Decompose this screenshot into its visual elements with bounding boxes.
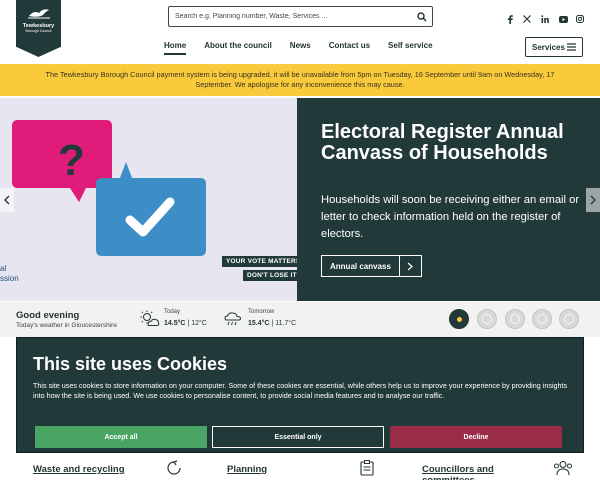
facebook-icon[interactable] [505, 14, 515, 24]
chevron-left-icon [4, 195, 10, 205]
services-menu-button[interactable]: Services [525, 37, 583, 57]
tomorrow-high: 15.4°C [248, 320, 270, 327]
alert-banner: The Tewkesbury Borough Council payment s… [0, 64, 600, 96]
weather-today-temp: 14.5°C | 12°C [164, 320, 207, 327]
rain-cloud-icon [224, 312, 242, 326]
hero-text: Households will soon be receiving either… [321, 194, 580, 240]
cookie-title: This site uses Cookies [33, 354, 228, 374]
logo-subtitle: Borough Council [25, 29, 52, 33]
search-button[interactable] [412, 7, 432, 26]
hero-panel: Electoral Register Annual Canvass of Hou… [297, 98, 600, 301]
dont-lose-it-tag: DON'T LOSE IT [243, 270, 301, 281]
search-input[interactable] [169, 7, 409, 26]
decline-button[interactable]: Decline [390, 426, 562, 448]
card-waste-and-recycling[interactable]: Waste and recycling [16, 452, 194, 480]
slider-dot-4[interactable] [532, 309, 552, 329]
cookie-text: This site uses cookies to store informat… [33, 381, 568, 400]
annual-canvass-button[interactable]: Annual canvass [321, 255, 422, 277]
main-nav: Home About the council News Contact us S… [164, 41, 433, 55]
recycling-icon [167, 460, 181, 475]
chevron-right-icon [399, 255, 422, 277]
card-title: Waste and recycling [33, 464, 125, 475]
image-edge-text-2: ssion [0, 274, 19, 283]
today-low: 12°C [191, 320, 207, 327]
card-title: Planning [227, 464, 268, 475]
instagram-icon[interactable] [575, 14, 585, 24]
slider-dot-5[interactable] [559, 309, 579, 329]
swan-crest-icon [27, 9, 50, 19]
cookie-banner: This site uses Cookies This site uses co… [16, 337, 584, 453]
slider-next-button[interactable] [586, 188, 600, 212]
weather-location: Today's weather in Gloucestershire [16, 322, 117, 329]
sun-cloud-icon [140, 310, 160, 326]
chevron-right-icon [590, 195, 596, 205]
essential-only-button[interactable]: Essential only [212, 426, 384, 448]
nav-home[interactable]: Home [164, 41, 187, 55]
menu-icon [567, 43, 576, 51]
card-councillors-and-committees[interactable]: Councillors and committees [405, 452, 584, 480]
today-high: 14.5°C [164, 320, 186, 327]
slider-dot-3[interactable] [505, 309, 525, 329]
slider-dot-2[interactable] [477, 309, 497, 329]
slider-dot-1[interactable] [449, 309, 469, 329]
card-title: Councillors and committees [422, 464, 494, 480]
cta-label: Annual canvass [321, 255, 400, 277]
nav-news[interactable]: News [290, 41, 311, 55]
greeting: Good evening [16, 310, 80, 321]
vote-matters-tag: YOUR VOTE MATTERS [222, 256, 305, 267]
site-logo[interactable]: Tewkesbury Borough Council [16, 0, 61, 57]
youtube-icon[interactable] [558, 14, 568, 24]
weather-tomorrow-temp: 15.4°C | 11.7°C [248, 320, 297, 327]
search-box [168, 6, 433, 27]
people-icon [554, 460, 572, 476]
accept-all-button[interactable]: Accept all [35, 426, 207, 448]
alert-text: The Tewkesbury Borough Council payment s… [45, 70, 555, 89]
clipboard-icon [360, 460, 374, 476]
card-planning[interactable]: Planning [210, 452, 388, 480]
image-edge-text-1: al [0, 264, 7, 273]
svg-text:?: ? [58, 136, 85, 185]
weather-tomorrow-label: Tomorrow [248, 309, 275, 315]
weather-today-label: Today [164, 309, 181, 315]
page: Tewkesbury Borough Council Home About th… [0, 0, 600, 480]
x-icon[interactable] [522, 14, 532, 24]
hero-title: Electoral Register Annual Canvass of Hou… [321, 121, 564, 164]
nav-contact-us[interactable]: Contact us [329, 41, 370, 55]
slider-prev-button[interactable] [0, 188, 14, 212]
linkedin-icon[interactable] [540, 14, 550, 24]
nav-self-service[interactable]: Self service [388, 41, 432, 55]
search-icon [417, 11, 427, 22]
tomorrow-low: 11.7°C [275, 320, 297, 327]
nav-about-the-council[interactable]: About the council [204, 41, 272, 55]
services-label: Services [532, 42, 565, 52]
